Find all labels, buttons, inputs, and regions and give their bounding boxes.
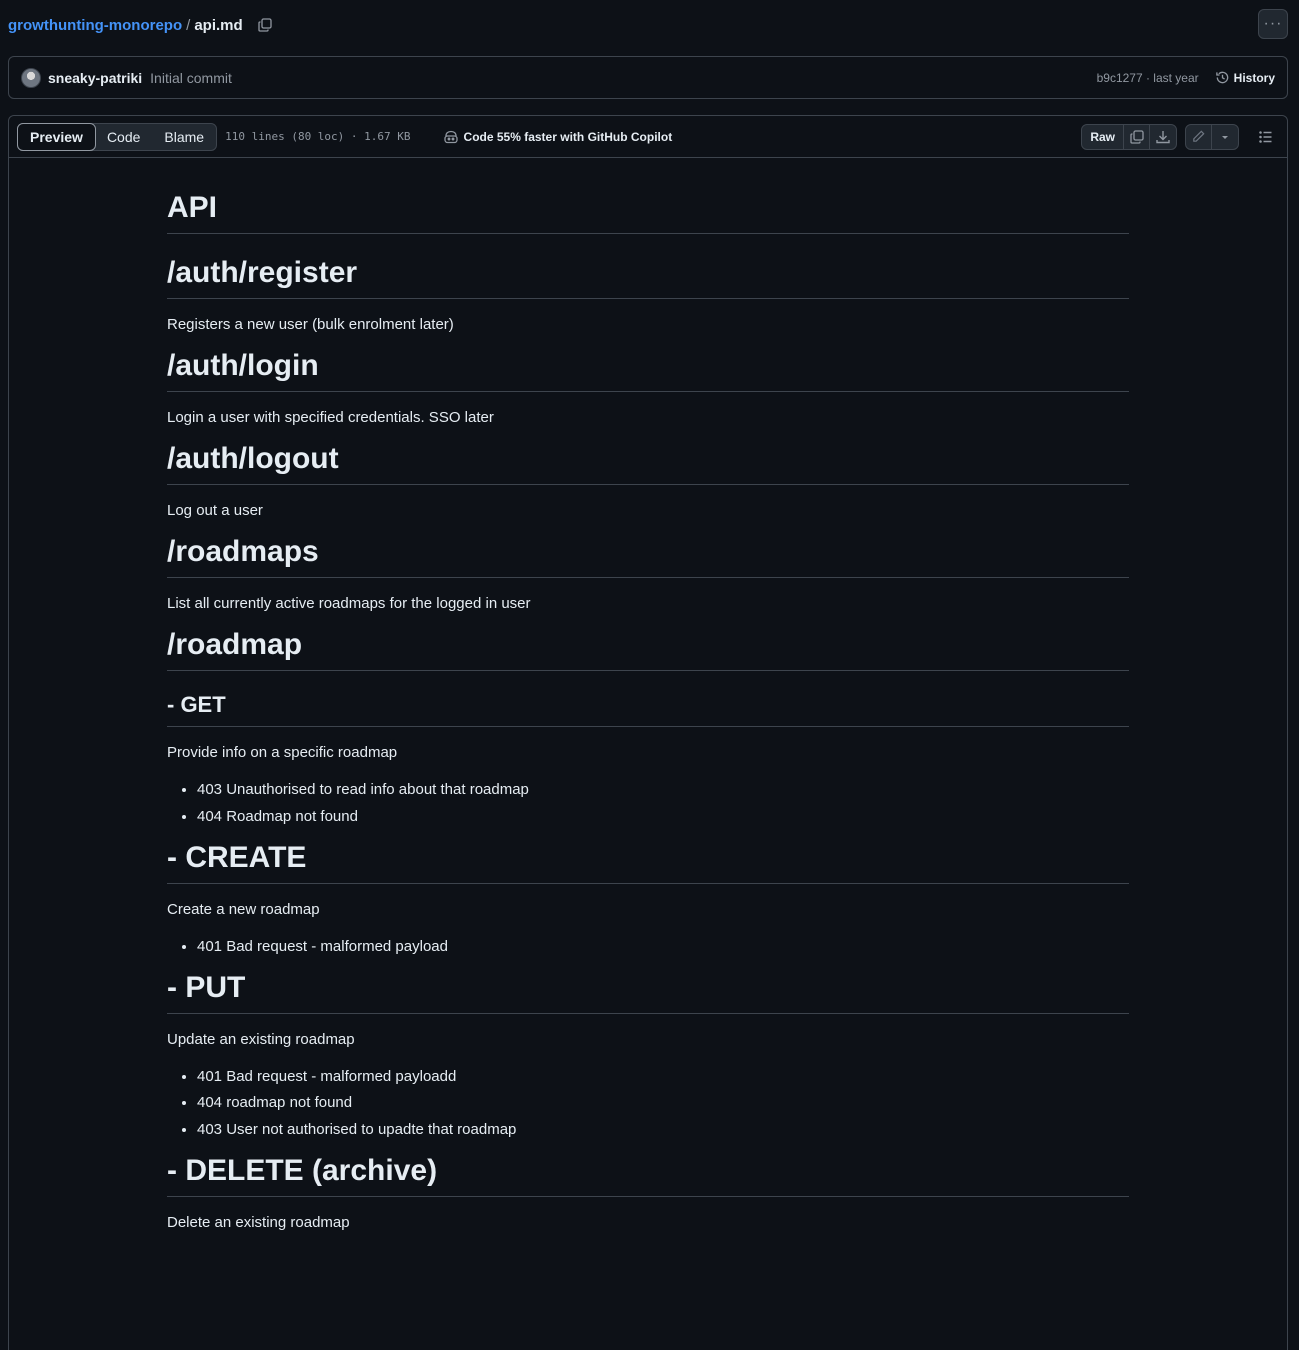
more-options-button[interactable]: ··· — [1258, 9, 1288, 39]
list-item: 404 Roadmap not found — [197, 807, 1129, 827]
triangle-down-icon — [1222, 135, 1228, 139]
heading-api: API — [167, 191, 1129, 234]
list-item: 401 Bad request - malformed payload — [197, 937, 1129, 957]
paragraph: Provide info on a specific roadmap — [167, 744, 398, 761]
edit-button[interactable] — [1186, 124, 1212, 149]
path-separator: / — [186, 16, 191, 34]
copy-raw-button[interactable] — [1124, 124, 1150, 149]
file-name: api.md — [194, 16, 243, 34]
view-mode-tabs: Preview Code Blame — [17, 122, 218, 151]
heading-auth-login: /auth/login — [167, 349, 1129, 392]
paragraph: Login a user with specified credentials.… — [167, 409, 494, 426]
heading-auth-logout: /auth/logout — [167, 442, 1129, 485]
commit-author[interactable]: sneaky-patriki — [48, 70, 142, 86]
heading-get: - GET — [167, 692, 1129, 727]
outline-button[interactable] — [1253, 124, 1279, 150]
paragraph: Log out a user — [167, 502, 263, 519]
raw-actions-group: Raw — [1081, 123, 1177, 150]
heading-create: - CREATE — [167, 841, 1129, 884]
repo-link[interactable]: growthunting-monorepo — [8, 17, 182, 34]
list-item: 401 Bad request - malformed payloadd — [197, 1067, 1129, 1087]
list-icon — [1259, 130, 1272, 143]
list-item: 404 roadmap not found — [197, 1093, 1129, 1113]
markdown-body: API /auth/register Registers a new user … — [167, 158, 1129, 1233]
paragraph: List all currently active roadmaps for t… — [167, 595, 531, 612]
download-button[interactable] — [1150, 125, 1176, 149]
paragraph: Registers a new user (bulk enrolment lat… — [167, 316, 454, 333]
copilot-link[interactable]: Code 55% faster with GitHub Copilot — [443, 129, 673, 144]
edit-dropdown-button[interactable] — [1212, 125, 1238, 149]
raw-button[interactable]: Raw — [1082, 124, 1124, 149]
tab-code[interactable]: Code — [95, 124, 152, 150]
commit-meta[interactable]: b9c1277 · last year — [1097, 71, 1199, 85]
copilot-label: Code 55% faster with GitHub Copilot — [463, 129, 673, 144]
list-item: 403 Unauthorised to read info about that… — [197, 780, 1129, 800]
heading-delete: - DELETE (archive) — [167, 1154, 1129, 1197]
copilot-icon — [443, 130, 458, 143]
heading-roadmap: /roadmap — [167, 628, 1129, 671]
list: 403 Unauthorised to read info about that… — [167, 780, 1129, 827]
download-icon — [1156, 130, 1170, 143]
file-toolbar: Preview Code Blame 110 lines (80 loc) · … — [9, 116, 1287, 158]
heading-put: - PUT — [167, 971, 1129, 1014]
breadcrumb: growthunting-monorepo / api.md — [8, 12, 273, 38]
tab-preview[interactable]: Preview — [17, 122, 96, 151]
paragraph: Update an existing roadmap — [167, 1030, 355, 1048]
copy-icon[interactable] — [257, 17, 273, 33]
copy-icon — [1129, 129, 1144, 144]
file-viewer: Preview Code Blame 110 lines (80 loc) · … — [8, 115, 1288, 1350]
list: 401 Bad request - malformed payloadd 404… — [167, 1067, 1129, 1140]
paragraph: Create a new roadmap — [167, 900, 320, 918]
list-item: 403 User not authorised to upadte that r… — [197, 1120, 1129, 1140]
history-button[interactable]: History — [1215, 70, 1275, 85]
edit-actions-group — [1185, 123, 1239, 150]
file-info: 110 lines (80 loc) · 1.67 KB — [225, 130, 411, 143]
tab-blame[interactable]: Blame — [152, 124, 216, 150]
commit-message[interactable]: Initial commit — [150, 70, 232, 86]
history-label: History — [1233, 70, 1275, 85]
paragraph: Delete an existing roadmap — [167, 1213, 350, 1231]
heading-roadmaps: /roadmaps — [167, 535, 1129, 578]
more-icon: ··· — [1263, 15, 1283, 32]
avatar[interactable] — [21, 67, 41, 88]
pencil-icon — [1193, 130, 1205, 142]
heading-auth-register: /auth/register — [167, 256, 1129, 299]
list: 401 Bad request - malformed payload — [167, 937, 1129, 957]
history-icon — [1215, 71, 1228, 84]
latest-commit-bar: sneaky-patriki Initial commit b9c1277 · … — [8, 56, 1288, 99]
